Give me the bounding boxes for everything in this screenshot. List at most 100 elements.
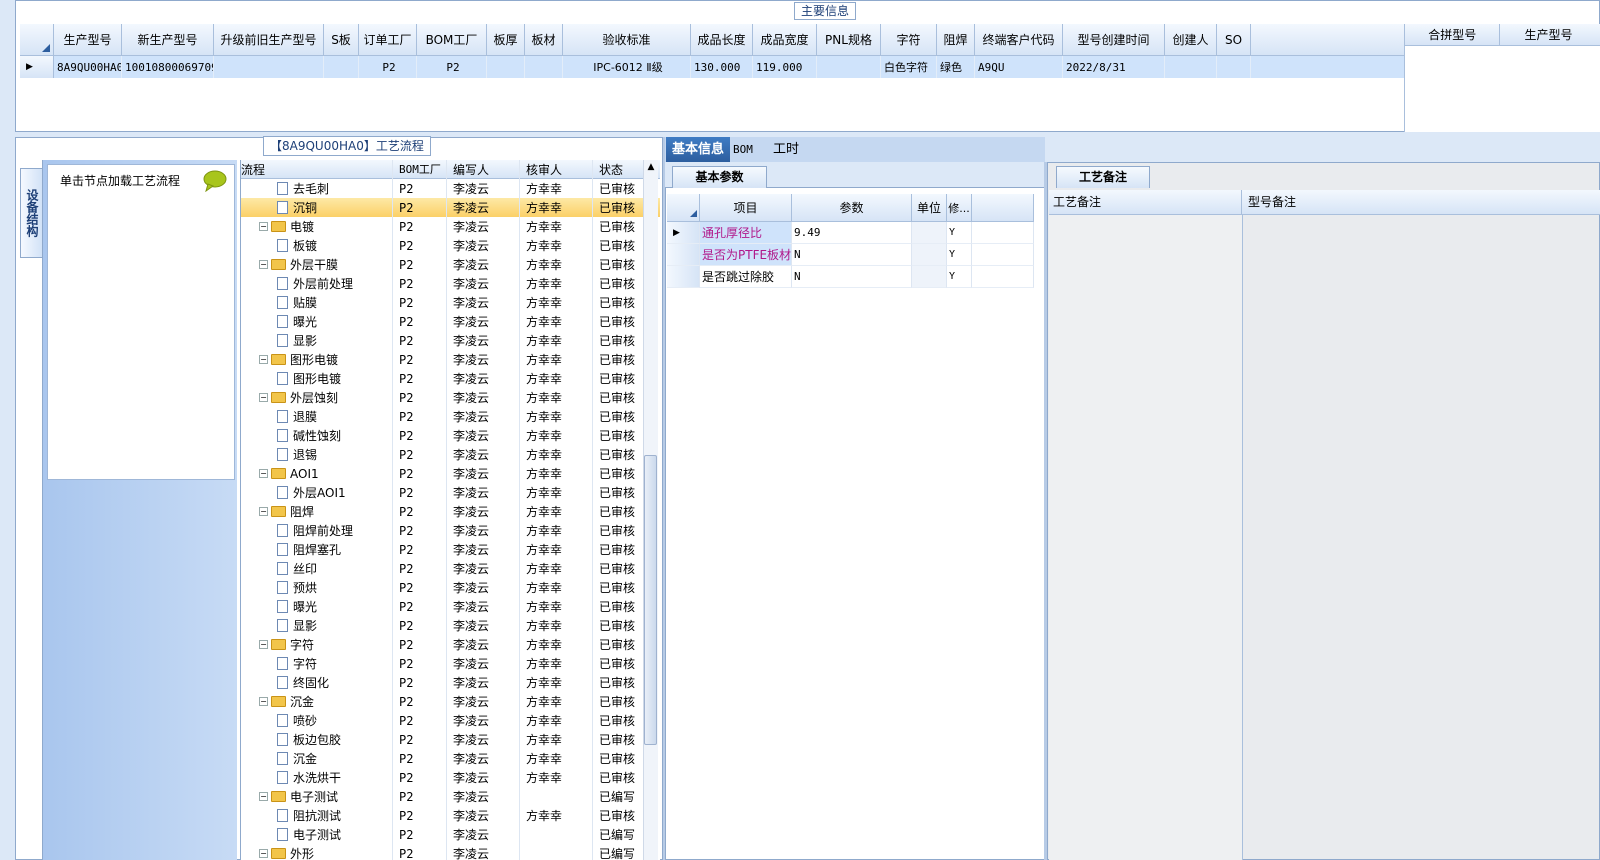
tree-checker-cell[interactable]: 方幸幸 (520, 236, 593, 255)
tree-flow-cell[interactable]: − 外层干膜 (241, 255, 393, 274)
tree-flow-cell[interactable]: 预烘 (241, 578, 393, 597)
tree-row[interactable]: 沉金 P2 李凌云 方幸幸 已审核 (241, 749, 660, 768)
tree-checker-cell[interactable]: 方幸幸 (520, 578, 593, 597)
tree-flow-cell[interactable]: 电子测试 (241, 825, 393, 844)
tree-checker-cell[interactable]: 方幸幸 (520, 350, 593, 369)
process-remark-header[interactable]: 工艺备注 (1049, 190, 1242, 215)
tree-flow-cell[interactable]: − AOI1 (241, 464, 393, 483)
main-col-header[interactable]: 验收标准 (563, 24, 691, 56)
tree-writer-cell[interactable]: 李凌云 (447, 502, 520, 521)
tree-flow-cell[interactable]: 去毛刺 (241, 179, 393, 198)
main-col-header[interactable]: 新生产型号 (122, 24, 214, 56)
tree-checker-cell[interactable]: 方幸幸 (520, 369, 593, 388)
param-col-modify[interactable]: 修... (947, 194, 972, 222)
tree-row[interactable]: 显影 P2 李凌云 方幸幸 已审核 (241, 331, 660, 350)
tree-writer-cell[interactable]: 李凌云 (447, 293, 520, 312)
main-info-data-row[interactable]: ▶ 8A9QU00HA0 10010800069709 P2 P2 IPC-6012 Ⅱ… (20, 56, 1406, 78)
param-row[interactable]: ▶ 通孔厚径比 9.49 Y (667, 222, 1042, 244)
tree-col-writer[interactable]: 编写人 (447, 160, 520, 179)
tree-row[interactable]: 显影 P2 李凌云 方幸幸 已审核 (241, 616, 660, 635)
tree-flow-cell[interactable]: 终固化 (241, 673, 393, 692)
param-modify-cell[interactable]: Y (947, 244, 972, 266)
param-unit-cell[interactable] (912, 266, 947, 288)
collapse-toggle-icon[interactable]: − (259, 260, 268, 269)
param-item-cell[interactable]: 是否为PTFE板材 (700, 244, 792, 266)
tree-bom-cell[interactable]: P2 (393, 217, 447, 236)
tree-row[interactable]: 碱性蚀刻 P2 李凌云 方幸幸 已审核 (241, 426, 660, 445)
param-col-value[interactable]: 参数 (792, 194, 912, 222)
tree-bom-cell[interactable]: P2 (393, 749, 447, 768)
tree-checker-cell[interactable]: 方幸幸 (520, 312, 593, 331)
main-col-header[interactable]: 板材 (525, 24, 563, 56)
collapse-toggle-icon[interactable]: − (259, 393, 268, 402)
tree-checker-cell[interactable]: 方幸幸 (520, 293, 593, 312)
tree-flow-cell[interactable]: 显影 (241, 616, 393, 635)
tree-row[interactable]: 阻焊前处理 P2 李凌云 方幸幸 已审核 (241, 521, 660, 540)
tree-row[interactable]: 贴膜 P2 李凌云 方幸幸 已审核 (241, 293, 660, 312)
param-row[interactable]: 是否跳过除胶 N Y (667, 266, 1042, 288)
tab-work-hours[interactable]: 工时 (767, 137, 805, 162)
tree-flow-cell[interactable]: 字符 (241, 654, 393, 673)
tree-row[interactable]: 喷砂 P2 李凌云 方幸幸 已审核 (241, 711, 660, 730)
tree-flow-cell[interactable]: 阻焊塞孔 (241, 540, 393, 559)
tree-writer-cell[interactable]: 李凌云 (447, 407, 520, 426)
tree-row[interactable]: 沉铜 P2 李凌云 方幸幸 已审核 (241, 198, 660, 217)
tree-flow-cell[interactable]: − 外层蚀刻 (241, 388, 393, 407)
tree-bom-cell[interactable]: P2 (393, 388, 447, 407)
tree-checker-cell[interactable]: 方幸幸 (520, 749, 593, 768)
main-cell[interactable]: 8A9QU00HA0 (54, 56, 122, 78)
tree-writer-cell[interactable]: 李凌云 (447, 217, 520, 236)
tree-flow-cell[interactable]: 退锡 (241, 445, 393, 464)
main-col-header[interactable]: 成品长度 (691, 24, 753, 56)
side-tab-equipment-structure[interactable]: 设备结构 (20, 168, 42, 258)
tree-bom-cell[interactable]: P2 (393, 787, 447, 806)
tree-bom-cell[interactable]: P2 (393, 673, 447, 692)
tree-writer-cell[interactable]: 李凌云 (447, 445, 520, 464)
collapse-toggle-icon[interactable]: − (259, 640, 268, 649)
main-cell[interactable]: P2 (359, 56, 417, 78)
tree-row[interactable]: − 电子测试 P2 李凌云 已编写 (241, 787, 660, 806)
tree-row[interactable]: − 字符 P2 李凌云 方幸幸 已审核 (241, 635, 660, 654)
param-col-unit[interactable]: 单位 (912, 194, 947, 222)
collapse-toggle-icon[interactable]: − (259, 222, 268, 231)
tree-writer-cell[interactable]: 李凌云 (447, 426, 520, 445)
main-cell[interactable] (1217, 56, 1251, 78)
tree-row[interactable]: 板边包胶 P2 李凌云 方幸幸 已审核 (241, 730, 660, 749)
tree-bom-cell[interactable]: P2 (393, 502, 447, 521)
tree-checker-cell[interactable]: 方幸幸 (520, 692, 593, 711)
main-cell[interactable] (487, 56, 525, 78)
tree-flow-cell[interactable]: 沉铜 (241, 198, 393, 217)
tree-bom-cell[interactable]: P2 (393, 521, 447, 540)
tree-writer-cell[interactable]: 李凌云 (447, 559, 520, 578)
tree-row[interactable]: 水洗烘干 P2 李凌云 方幸幸 已审核 (241, 768, 660, 787)
tree-flow-cell[interactable]: − 阻焊 (241, 502, 393, 521)
tree-writer-cell[interactable]: 李凌云 (447, 388, 520, 407)
tree-flow-cell[interactable]: 外层AOI1 (241, 483, 393, 502)
tree-row[interactable]: 板镀 P2 李凌云 方幸幸 已审核 (241, 236, 660, 255)
tree-bom-cell[interactable]: P2 (393, 825, 447, 844)
tree-checker-cell[interactable]: 方幸幸 (520, 521, 593, 540)
process-remark-area[interactable] (1049, 215, 1242, 860)
main-cell[interactable] (1165, 56, 1217, 78)
main-col-header[interactable]: 型号创建时间 (1063, 24, 1165, 56)
main-cell[interactable] (525, 56, 563, 78)
tree-bom-cell[interactable]: P2 (393, 616, 447, 635)
collapse-toggle-icon[interactable]: − (259, 792, 268, 801)
tree-flow-cell[interactable]: 碱性蚀刻 (241, 426, 393, 445)
main-cell[interactable] (324, 56, 359, 78)
tab-basic-info[interactable]: 基本信息 (666, 137, 731, 162)
tree-writer-cell[interactable]: 李凌云 (447, 179, 520, 198)
tree-checker-cell[interactable] (520, 825, 593, 844)
tree-checker-cell[interactable]: 方幸幸 (520, 768, 593, 787)
tree-bom-cell[interactable]: P2 (393, 407, 447, 426)
tree-checker-cell[interactable]: 方幸幸 (520, 730, 593, 749)
tree-checker-cell[interactable]: 方幸幸 (520, 502, 593, 521)
tree-flow-cell[interactable]: − 电子测试 (241, 787, 393, 806)
tree-flow-cell[interactable]: 曝光 (241, 597, 393, 616)
tree-flow-cell[interactable]: 阻焊前处理 (241, 521, 393, 540)
tree-writer-cell[interactable]: 李凌云 (447, 198, 520, 217)
tree-row[interactable]: 字符 P2 李凌云 方幸幸 已审核 (241, 654, 660, 673)
main-col-header[interactable]: 终端客户代码 (975, 24, 1063, 56)
tree-writer-cell[interactable]: 李凌云 (447, 825, 520, 844)
main-col-header[interactable]: BOM工厂 (417, 24, 487, 56)
